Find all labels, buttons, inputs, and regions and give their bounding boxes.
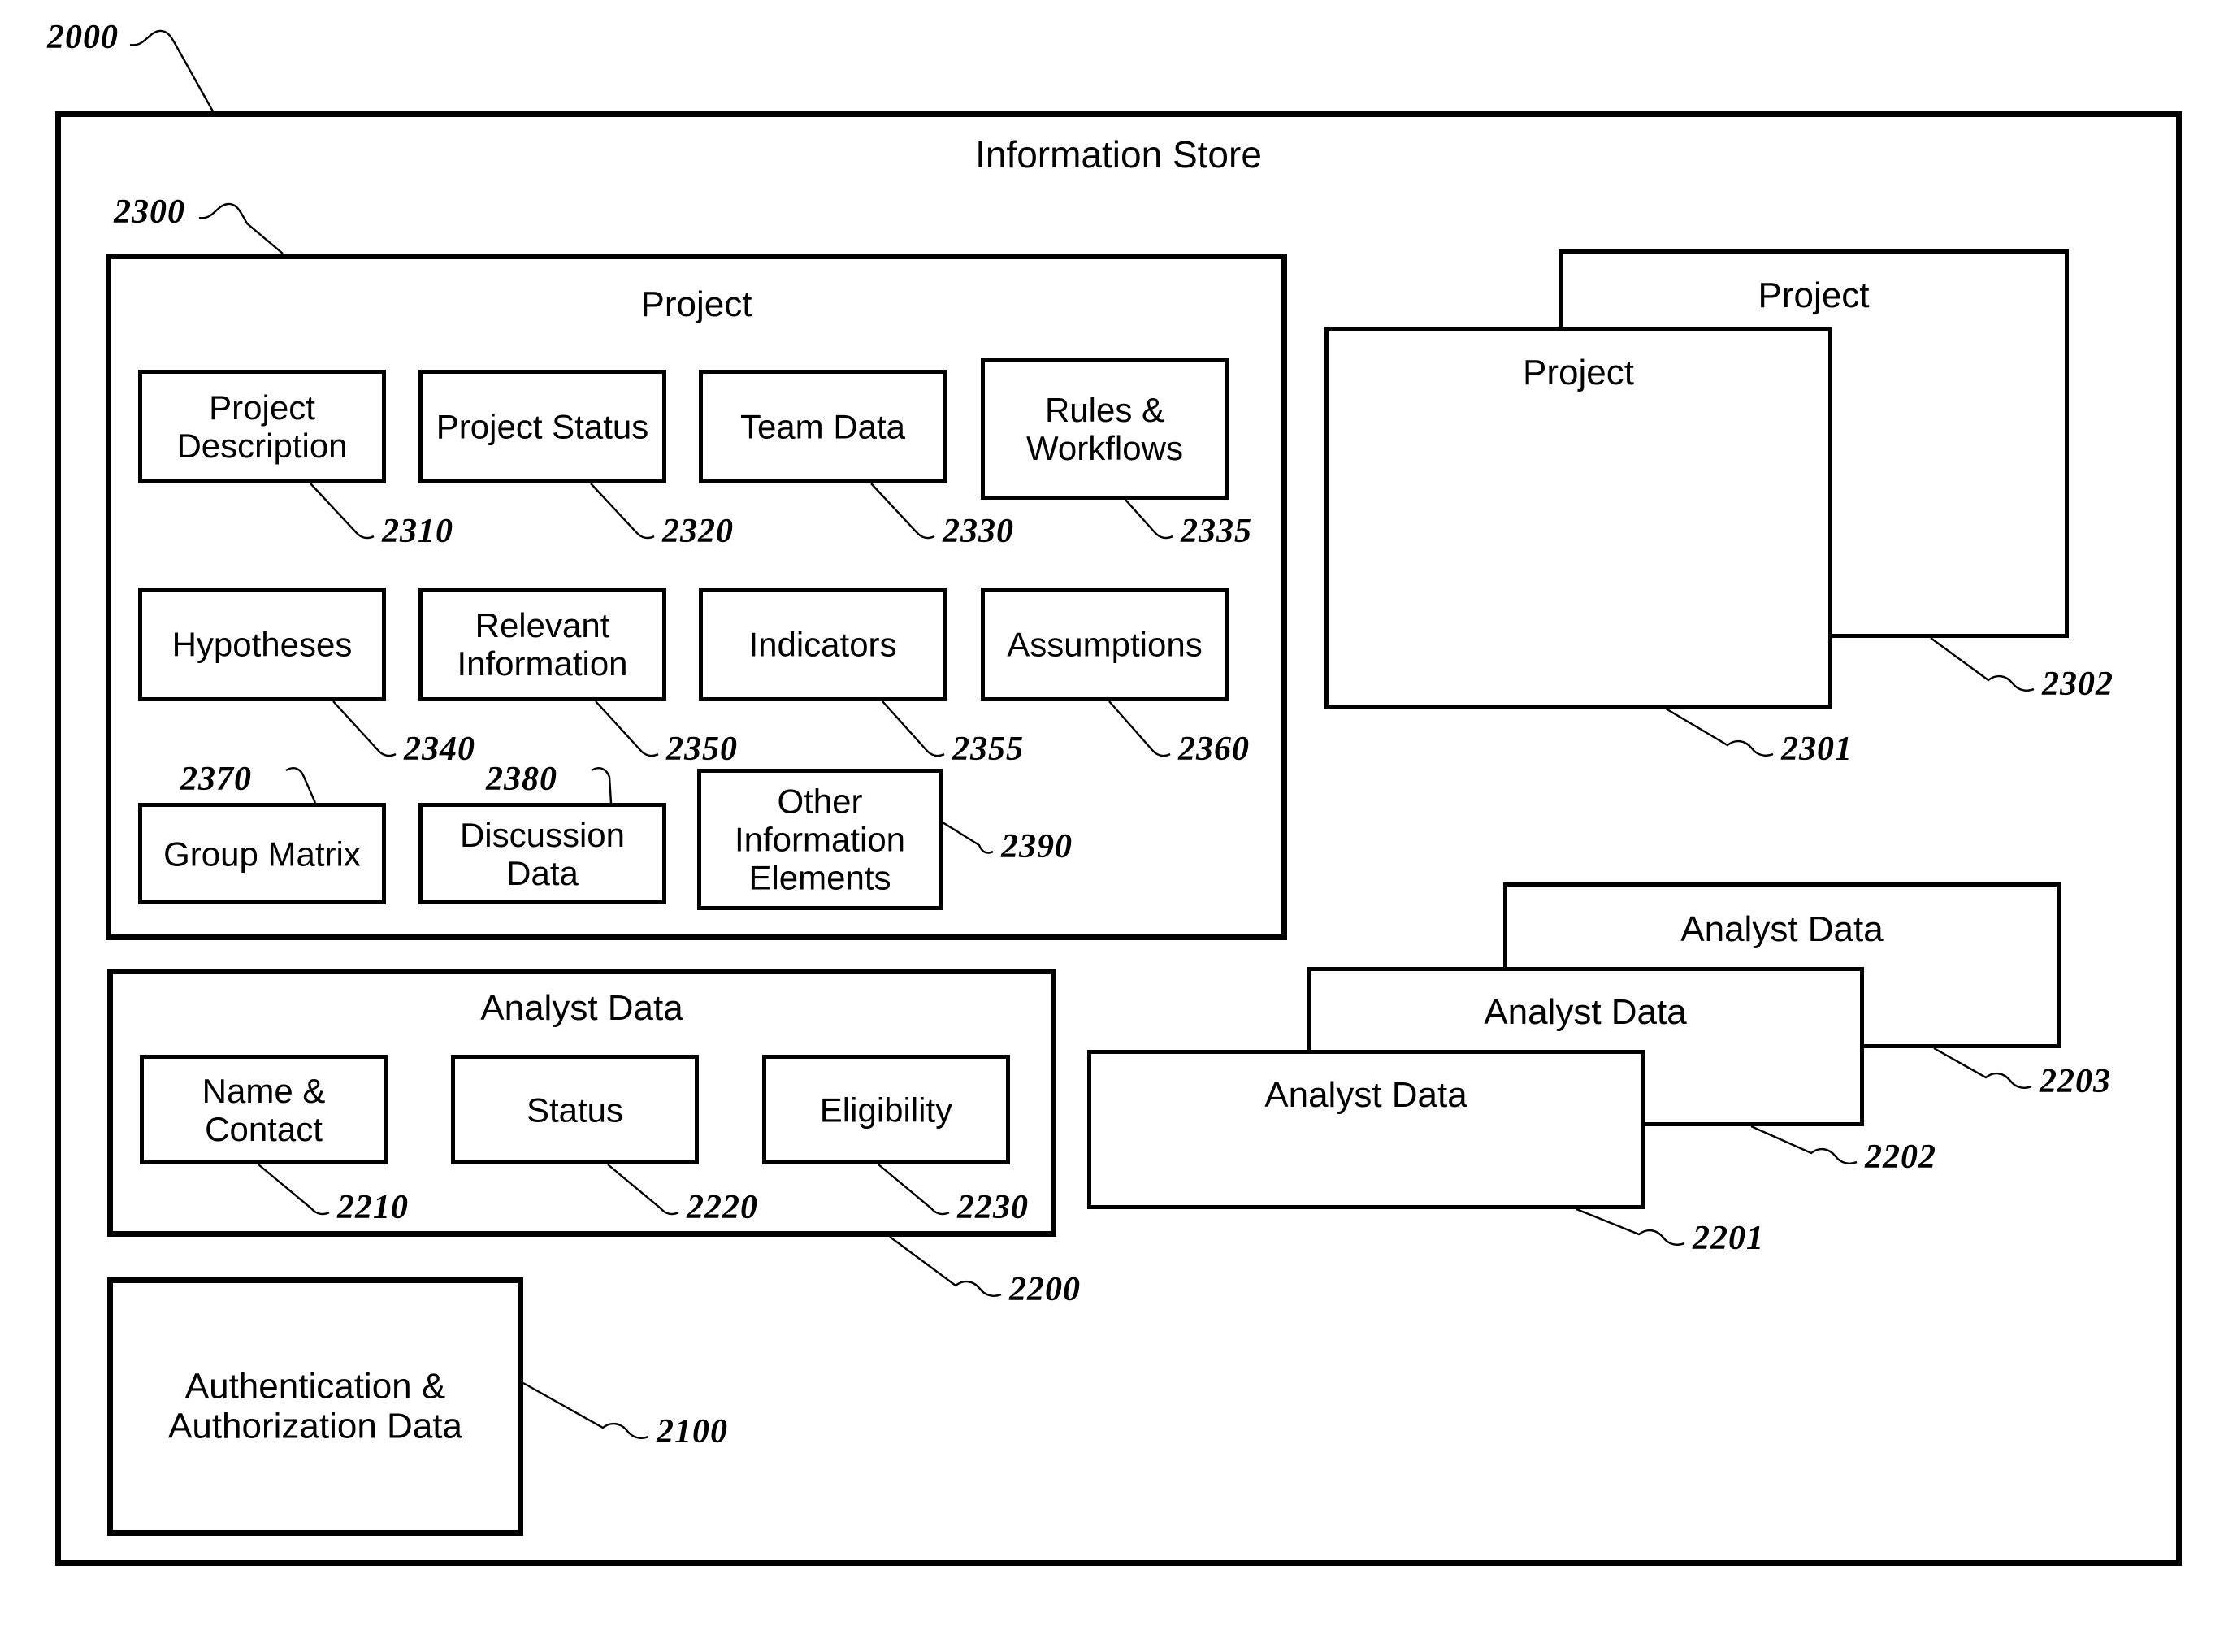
figure-canvas: Information Store 2000 Project 2300 Proj… xyxy=(0,0,2237,1652)
ref-2000: 2000 xyxy=(47,19,119,56)
analyst-stack-card-2201: Analyst Data xyxy=(1087,1050,1645,1209)
element-status-label: Status xyxy=(526,1090,624,1129)
element-eligibility: Eligibility xyxy=(762,1055,1010,1164)
element-discussion-data-label: Discussion Data xyxy=(459,815,626,892)
element-other-information-elements-label: Other Information Elements xyxy=(734,782,906,897)
element-assumptions: Assumptions xyxy=(981,588,1229,701)
ref-2100: 2100 xyxy=(657,1413,728,1450)
element-hypotheses: Hypotheses xyxy=(138,588,386,701)
ref-2330: 2330 xyxy=(943,513,1014,550)
ref-2310: 2310 xyxy=(382,513,453,550)
ref-2350: 2350 xyxy=(666,731,738,768)
ref-2210: 2210 xyxy=(337,1189,409,1226)
ref-2200: 2200 xyxy=(1009,1271,1081,1308)
project-stack-card-2301: Project xyxy=(1324,327,1832,709)
ref-2202: 2202 xyxy=(1865,1138,1936,1176)
element-project-description: Project Description xyxy=(138,370,386,483)
element-rules-workflows-label: Rules & Workflows xyxy=(1026,390,1183,467)
element-indicators: Indicators xyxy=(699,588,947,701)
ref-2360: 2360 xyxy=(1178,731,1250,768)
project-stack-card-2302-label: Project xyxy=(1758,275,1870,315)
element-name-contact-label: Name & Contact xyxy=(202,1071,326,1148)
element-project-status: Project Status xyxy=(418,370,666,483)
ref-2370: 2370 xyxy=(180,761,252,798)
ref-2300: 2300 xyxy=(114,193,185,231)
element-project-description-label: Project Description xyxy=(176,388,348,465)
element-group-matrix-label: Group Matrix xyxy=(163,834,361,873)
element-rules-workflows: Rules & Workflows xyxy=(981,358,1229,500)
element-indicators-label: Indicators xyxy=(748,625,897,664)
ref-2335: 2335 xyxy=(1181,513,1252,550)
element-group-matrix: Group Matrix xyxy=(138,803,386,904)
ref-2203: 2203 xyxy=(2040,1063,2111,1100)
project-stack-card-2301-label: Project xyxy=(1523,353,1634,392)
ref-2390: 2390 xyxy=(1001,828,1073,865)
project-container-title: Project xyxy=(640,284,752,324)
analyst-stack-card-2202-label: Analyst Data xyxy=(1484,992,1687,1032)
element-team-data-label: Team Data xyxy=(739,407,906,446)
element-relevant-information: Relevant Information xyxy=(418,588,666,701)
element-hypotheses-label: Hypotheses xyxy=(171,625,353,664)
element-assumptions-label: Assumptions xyxy=(1007,625,1203,664)
authentication-authorization-label: Authentication & Authorization Data xyxy=(168,1366,462,1446)
information-store-title: Information Store xyxy=(975,133,1262,176)
element-name-contact: Name & Contact xyxy=(140,1055,388,1164)
ref-2380: 2380 xyxy=(486,761,557,798)
element-eligibility-label: Eligibility xyxy=(819,1090,953,1129)
ref-2201: 2201 xyxy=(1693,1220,1764,1257)
element-project-status-label: Project Status xyxy=(436,407,649,446)
ref-2340: 2340 xyxy=(404,731,475,768)
ref-2302: 2302 xyxy=(2042,666,2113,703)
ref-2230: 2230 xyxy=(957,1189,1029,1226)
authentication-authorization-box: Authentication & Authorization Data xyxy=(107,1277,523,1536)
element-team-data: Team Data xyxy=(699,370,947,483)
ref-2320: 2320 xyxy=(662,513,734,550)
element-status: Status xyxy=(451,1055,699,1164)
ref-2355: 2355 xyxy=(952,731,1024,768)
ref-2220: 2220 xyxy=(687,1189,758,1226)
ref-2301: 2301 xyxy=(1781,731,1853,768)
analyst-stack-card-2201-label: Analyst Data xyxy=(1264,1075,1467,1115)
analyst-data-container-title: Analyst Data xyxy=(480,988,683,1028)
element-discussion-data: Discussion Data xyxy=(418,803,666,904)
element-other-information-elements: Other Information Elements xyxy=(697,769,943,910)
analyst-stack-card-2203-label: Analyst Data xyxy=(1680,909,1884,949)
element-relevant-information-label: Relevant Information xyxy=(457,605,628,683)
